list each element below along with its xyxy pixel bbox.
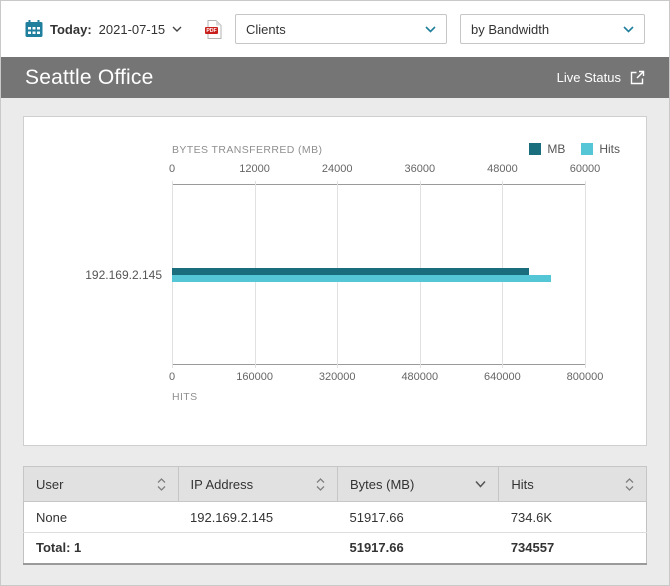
content-area: BYTES TRANSFERRED (MB) MB Hits 0 12000 2… [1,98,669,585]
axis-tick-label: 36000 [404,163,436,175]
bar-group [172,267,585,282]
cell-bytes: 51917.66 [337,501,499,533]
legend-swatch-mb [529,143,542,155]
screen: Today: 2021-07-15 PDF Clients by Bandwid… [0,0,670,586]
column-label: Hits [511,476,534,492]
legend-swatch-hits [581,143,594,155]
axis-tick-label: 800000 [566,371,604,383]
axis-tick-label: 0 [168,163,176,175]
bottom-axis-ticks: 0 160000 320000 480000 640000 800000 [168,371,603,385]
live-status-link[interactable]: Live Status [557,70,645,85]
pdf-icon: PDF [205,19,222,39]
column-header-bytes[interactable]: Bytes (MB) [336,466,500,502]
legend-label-mb: MB [547,142,566,156]
column-header-user[interactable]: User [23,466,179,502]
chevron-down-icon [425,25,436,33]
axis-tick-label: 48000 [487,163,518,175]
pdf-export-button[interactable]: PDF [205,19,222,39]
chevron-down-icon [172,26,182,32]
plot-area [172,181,586,368]
legend-item-hits: Hits [581,142,620,156]
chevron-down-icon [623,25,634,33]
live-status-label: Live Status [556,70,621,85]
svg-text:PDF: PDF [206,28,216,34]
view-by-select-value: by Bandwidth [471,21,550,37]
top-axis-ticks: 0 12000 24000 36000 48000 60000 [168,163,600,177]
chart-panel: BYTES TRANSFERRED (MB) MB Hits 0 12000 2… [23,116,647,446]
table-total-row: Total: 1 51917.66 734557 [24,533,647,564]
toolbar: Today: 2021-07-15 PDF Clients by Bandwid… [1,1,669,57]
legend-item-mb: MB [529,142,565,156]
bottom-axis-title: HITS [172,391,198,403]
axis-tick-label: 24000 [321,163,353,175]
column-header-ip-address[interactable]: IP Address [177,466,338,502]
cell-ip: 192.169.2.145 [178,501,338,533]
gridline [585,181,586,368]
report-type-select[interactable]: Clients [235,14,447,44]
axis-tick-label: 160000 [236,371,273,383]
total-label: Total: 1 [36,540,82,556]
chart-legend: MB Hits [529,142,620,156]
column-label: IP Address [190,476,254,492]
sort-icon [316,477,325,491]
page-title: Seattle Office [25,65,154,89]
legend-label-hits: Hits [599,142,620,156]
sort-icon [157,477,166,491]
total-hits: 734557 [510,540,555,556]
date-label: Today: [50,21,92,37]
column-label: Bytes (MB) [349,476,415,492]
date-picker[interactable]: Today: 2021-07-15 [25,20,182,38]
category-label: 192.169.2.145 [85,268,162,282]
cell-hits: 734.6K [498,501,647,533]
table-row: None 192.169.2.145 51917.66 734.6K [23,501,647,533]
view-by-select[interactable]: by Bandwidth [460,14,645,44]
axis-tick-label: 320000 [318,371,356,383]
top-axis-title: BYTES TRANSFERRED (MB) [172,144,323,156]
axis-tick-label: 480000 [401,371,439,383]
report-type-select-value: Clients [246,21,286,37]
cell-user: None [23,501,178,533]
date-value: 2021-07-15 [98,21,166,37]
clients-table: User IP Address Bytes (MB) Hits None 192… [23,466,647,565]
page-header: Seattle Office Live Status [1,57,669,98]
axis-tick-label: 12000 [239,163,270,175]
column-header-hits[interactable]: Hits [498,466,647,502]
axis-tick-label: 640000 [484,371,521,383]
axis-tick-label: 0 [168,371,176,383]
external-link-icon [630,70,645,85]
column-label: User [36,476,64,492]
bar-hits [172,274,552,282]
toolbar-right: PDF Clients by Bandwidth [205,14,645,44]
sort-desc-icon [475,480,486,488]
calendar-icon [25,20,43,37]
table-header-row: User IP Address Bytes (MB) Hits [23,466,647,502]
axis-tick-label: 60000 [569,163,601,175]
bar-mb [172,267,530,275]
sort-icon [625,477,634,491]
total-ip [178,533,337,564]
total-bytes: 51917.66 [349,540,404,556]
